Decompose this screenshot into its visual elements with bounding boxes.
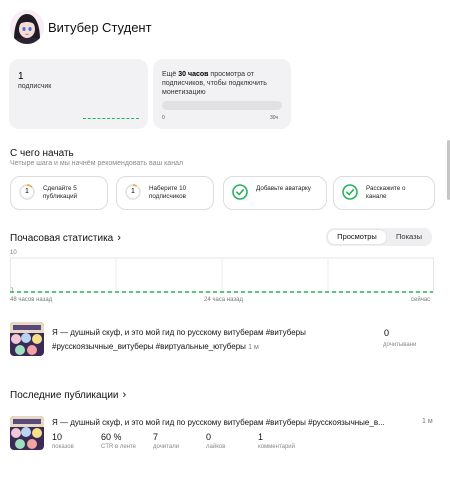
subscribers-label: подписчик [18,83,52,90]
subscribers-card[interactable]: 1 подписчик [9,59,148,129]
chevron-right-icon: › [122,389,127,401]
video-age: 1 м [248,344,259,351]
x-tick-label: сейчас [411,297,431,303]
monetization-text-prefix: Ещё [162,71,177,78]
metric-likes-value: 0 [206,432,212,442]
metric-ctr-value: 60 % [101,432,122,442]
subscribers-count: 1 [18,71,24,82]
channel-avatar[interactable] [10,10,44,44]
metric-impressions-value: 10 [52,432,63,442]
step-count: 1 [131,188,135,195]
latest-publications-link[interactable]: Последние публикации › [10,389,126,401]
check-icon [342,184,358,200]
monetization-text: Ещё 30 часов просмотра от подписчиков, ч… [162,70,282,97]
video-thumbnail[interactable] [10,322,44,356]
monetization-max-label: 30ч [270,115,279,121]
latest-video-title[interactable]: Я — душный скуф, и это мой гид по русско… [52,418,420,427]
chevron-right-icon: › [117,232,121,244]
metric-read-value: 7 [153,432,159,442]
video-title[interactable]: Я — душный скуф, и это мой гид по русско… [52,326,372,355]
metric-read-label: дочитали [153,444,180,450]
step-label: Сделайте 5 публикаций [43,185,78,200]
getting-started-title: С чего начать [10,148,74,159]
hourly-stats-link[interactable]: Почасовая статистика › [10,232,121,244]
video-thumbnail[interactable] [10,416,44,450]
x-tick-label: 24 часа назад [204,297,243,303]
metric-impressions-label: показов [52,444,74,450]
getting-started-subtitle: Четыре шага и мы начнём рекомендовать ва… [10,160,184,167]
tab-views[interactable]: Просмотры [328,230,386,244]
step-about[interactable]: Расскажите о канале [333,176,435,210]
monetization-card[interactable]: Ещё 30 часов просмотра от подписчиков, ч… [153,59,291,129]
monetization-progress-bar [162,101,282,110]
tab-impressions[interactable]: Показы [388,230,430,244]
step-label: Добавьте аватарку [256,185,311,192]
read-through-label: дочитывани [383,342,417,348]
hourly-stats-tabs: Просмотры Показы [326,228,432,246]
monetization-min-label: 0 [162,115,165,121]
hourly-stats-title: Почасовая статистика [10,233,114,244]
subscribers-sparkline [83,118,139,121]
metric-comments-label: комментарий [258,444,295,450]
metric-likes-label: лайков [206,444,226,450]
step-label: Расскажите о канале [366,185,406,200]
step-label: Наберите 10 подписчиков [149,185,187,200]
metric-comments-value: 1 [258,432,264,442]
channel-name: Витубер Студент [48,20,152,35]
monetization-hours: 30 часов [178,71,209,78]
read-through-count: 0 [384,328,390,338]
step-avatar[interactable]: Добавьте аватарку [223,176,327,210]
metric-ctr-label: CTR в ленте [101,444,137,450]
latest-video-age: 1 м [422,418,433,425]
check-icon [232,184,248,200]
video-title-text: Я — душный скуф, и это мой гид по русско… [52,328,306,351]
step-subscribers[interactable]: 1 Наберите 10 подписчиков [116,176,214,210]
step-count: 1 [25,188,29,195]
step-publications[interactable]: 1 Сделайте 5 публикаций [10,176,108,210]
x-tick-label: 48 часов назад [10,297,53,303]
latest-publications-title: Последние публикации [10,390,119,401]
